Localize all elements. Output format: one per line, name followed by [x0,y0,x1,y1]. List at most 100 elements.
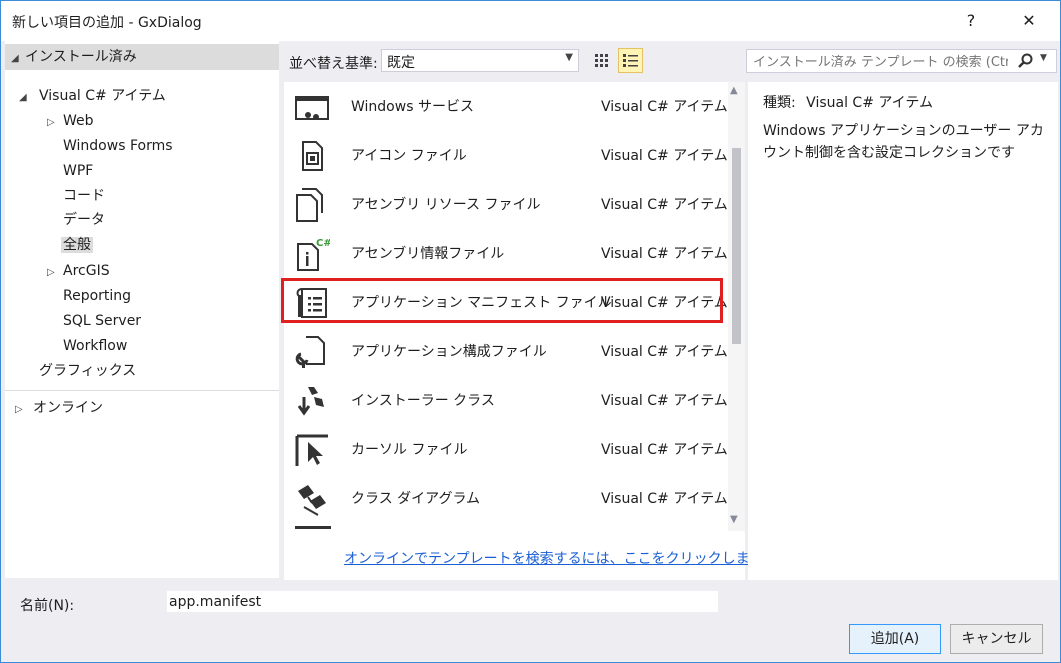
help-button[interactable]: ? [956,9,986,33]
tree-item-data[interactable]: データ [63,209,105,231]
template-name: クラス ダイアグラム [351,491,481,507]
tree-item-label: コード [63,188,105,204]
template-language: Visual C# アイテム [601,99,728,115]
installer-class-icon [297,387,324,416]
tree-divider [5,390,279,391]
tree-item-label: インストール済み [25,49,137,65]
tree-item-general[interactable]: 全般 [61,234,93,256]
grid-view-icon [595,54,608,67]
template-language: Visual C# アイテム [601,442,728,458]
config-file-icon [295,336,325,368]
scroll-down-icon[interactable]: ▼ [730,514,738,525]
title-bar: 新しい項目の追加 - GxDialog ? ✕ [1,1,1060,41]
template-search-box[interactable]: ▼ [746,49,1057,73]
search-input[interactable] [751,52,1010,72]
template-name: カーソル ファイル [351,442,468,458]
sort-dropdown[interactable]: 既定 ▼ [381,49,579,72]
scrollbar-thumb[interactable] [732,148,741,344]
tree-item-arcgis[interactable]: ▷ ArcGIS [47,260,110,282]
tree-item-label: Web [63,113,94,129]
collapsed-arrow-icon: ▷ [47,267,55,278]
svg-text:C#: C# [316,238,330,249]
tree-item-installed[interactable]: ◢ インストール済み [11,46,137,68]
search-icon[interactable] [1017,53,1033,73]
tree-item-label: グラフィックス [39,363,137,379]
template-name: アイコン ファイル [351,148,467,164]
windows-service-icon [295,96,329,120]
template-name: アプリケーション構成ファイル [351,344,547,360]
tree-item-label: Visual C# アイテム [39,88,166,104]
expanded-arrow-icon: ◢ [11,53,19,64]
window-title: 新しい項目の追加 - GxDialog [12,15,202,31]
scroll-up-icon[interactable]: ▲ [730,85,738,96]
template-item-cursor-file[interactable]: カーソル ファイル Visual C# アイテム [284,425,728,474]
tree-item-wpf[interactable]: WPF [63,160,93,182]
tree-item-label: SQL Server [63,313,142,329]
close-button[interactable]: ✕ [1014,9,1044,33]
tree-item-label: Windows Forms [63,138,173,154]
tree-item-sql-server[interactable]: SQL Server [63,310,141,332]
template-name: アセンブリ リソース ファイル [351,197,541,213]
tree-item-code[interactable]: コード [63,185,105,207]
tree-item-label: 全般 [61,237,93,253]
template-item-resource-file[interactable]: アセンブリ リソース ファイル Visual C# アイテム [284,180,728,229]
template-name: Windows サービス [351,99,474,115]
template-language: Visual C# アイテム [601,246,728,262]
cancel-button[interactable]: キャンセル [950,624,1043,654]
sort-value: 既定 [387,55,415,71]
tree-item-workflow[interactable]: Workflow [63,335,127,357]
template-item-class-diagram[interactable]: クラス ダイアグラム Visual C# アイテム [284,474,728,523]
template-name: アセンブリ情報ファイル [351,246,505,262]
tree-item-label: データ [63,212,105,228]
name-label: 名前(N): [20,598,75,614]
template-item-app-config[interactable]: アプリケーション構成ファイル Visual C# アイテム [284,327,728,376]
sort-label: 並べ替え基準: [289,56,378,72]
add-button[interactable]: 追加(A) [849,624,941,654]
add-new-item-dialog: 新しい項目の追加 - GxDialog ? ✕ ◢ インストール済み ◢ Visua… [0,0,1061,663]
online-search-link[interactable]: オンラインでテンプレートを検索するには、ここをクリックします。 [344,548,776,568]
template-language: Visual C# アイテム [601,148,728,164]
manifest-icon [296,288,327,318]
template-item-app-manifest[interactable]: アプリケーション マニフェスト ファイル Visual C# アイテム [284,278,728,327]
template-language: Visual C# アイテム [601,197,728,213]
chevron-down-icon: ▼ [565,52,573,63]
class-diagram-icon [298,485,326,516]
expanded-arrow-icon: ◢ [19,92,27,103]
collapsed-arrow-icon: ▷ [47,117,55,128]
tree-item-label: オンライン [33,400,103,416]
template-item-icon-file[interactable]: アイコン ファイル Visual C# アイテム [284,131,728,180]
list-view-icon [623,54,638,67]
template-item-assembly-info[interactable]: C# アセンブリ情報ファイル Visual C# アイテム [284,229,728,278]
tree-item-graphics[interactable]: グラフィックス [39,360,136,382]
partial-next-item [295,526,331,529]
template-details: 種類: Visual C# アイテム Windows アプリケーションのユーザー… [748,82,1058,580]
tree-item-label: Reporting [63,288,132,304]
installed-header[interactable]: ◢ インストール済み [5,44,279,70]
template-language: Visual C# アイテム [601,491,728,507]
name-input[interactable] [167,591,718,612]
collapsed-arrow-icon: ▷ [15,404,23,415]
assembly-info-icon: C# [297,238,330,271]
template-item-windows-service[interactable]: Windows サービス Visual C# アイテム [284,82,728,131]
tree-item-web[interactable]: ▷ Web [47,110,94,132]
template-item-installer-class[interactable]: インストーラー クラス Visual C# アイテム [284,376,728,425]
template-list-scrollbar[interactable]: ▲ ▼ [728,82,745,531]
tree-item-label: Workflow [63,338,128,354]
tree-item-reporting[interactable]: Reporting [63,285,131,307]
icon-file-icon [302,141,323,171]
tree-item-windows-forms[interactable]: Windows Forms [63,135,173,157]
template-name: インストーラー クラス [351,393,495,409]
template-list: Windows サービス Visual C# アイテム アイコン ファイル Vi… [284,82,745,580]
chevron-down-icon[interactable]: ▼ [1040,53,1047,63]
template-name: アプリケーション マニフェスト ファイル [351,295,612,311]
tree-item-visual-csharp[interactable]: ◢ Visual C# アイテム [19,85,166,107]
detail-type-row: 種類: Visual C# アイテム [763,92,933,112]
template-language: Visual C# アイテム [601,295,728,311]
grid-view-button[interactable] [589,48,614,73]
cursor-file-icon [295,434,328,466]
resource-file-icon [296,188,323,222]
tree-item-online[interactable]: ▷ オンライン [15,397,103,419]
category-tree: ◢ インストール済み ◢ Visual C# アイテム ▷ Web Windows F… [5,41,279,578]
list-view-button[interactable] [618,48,643,73]
tree-item-label: ArcGIS [63,263,110,279]
